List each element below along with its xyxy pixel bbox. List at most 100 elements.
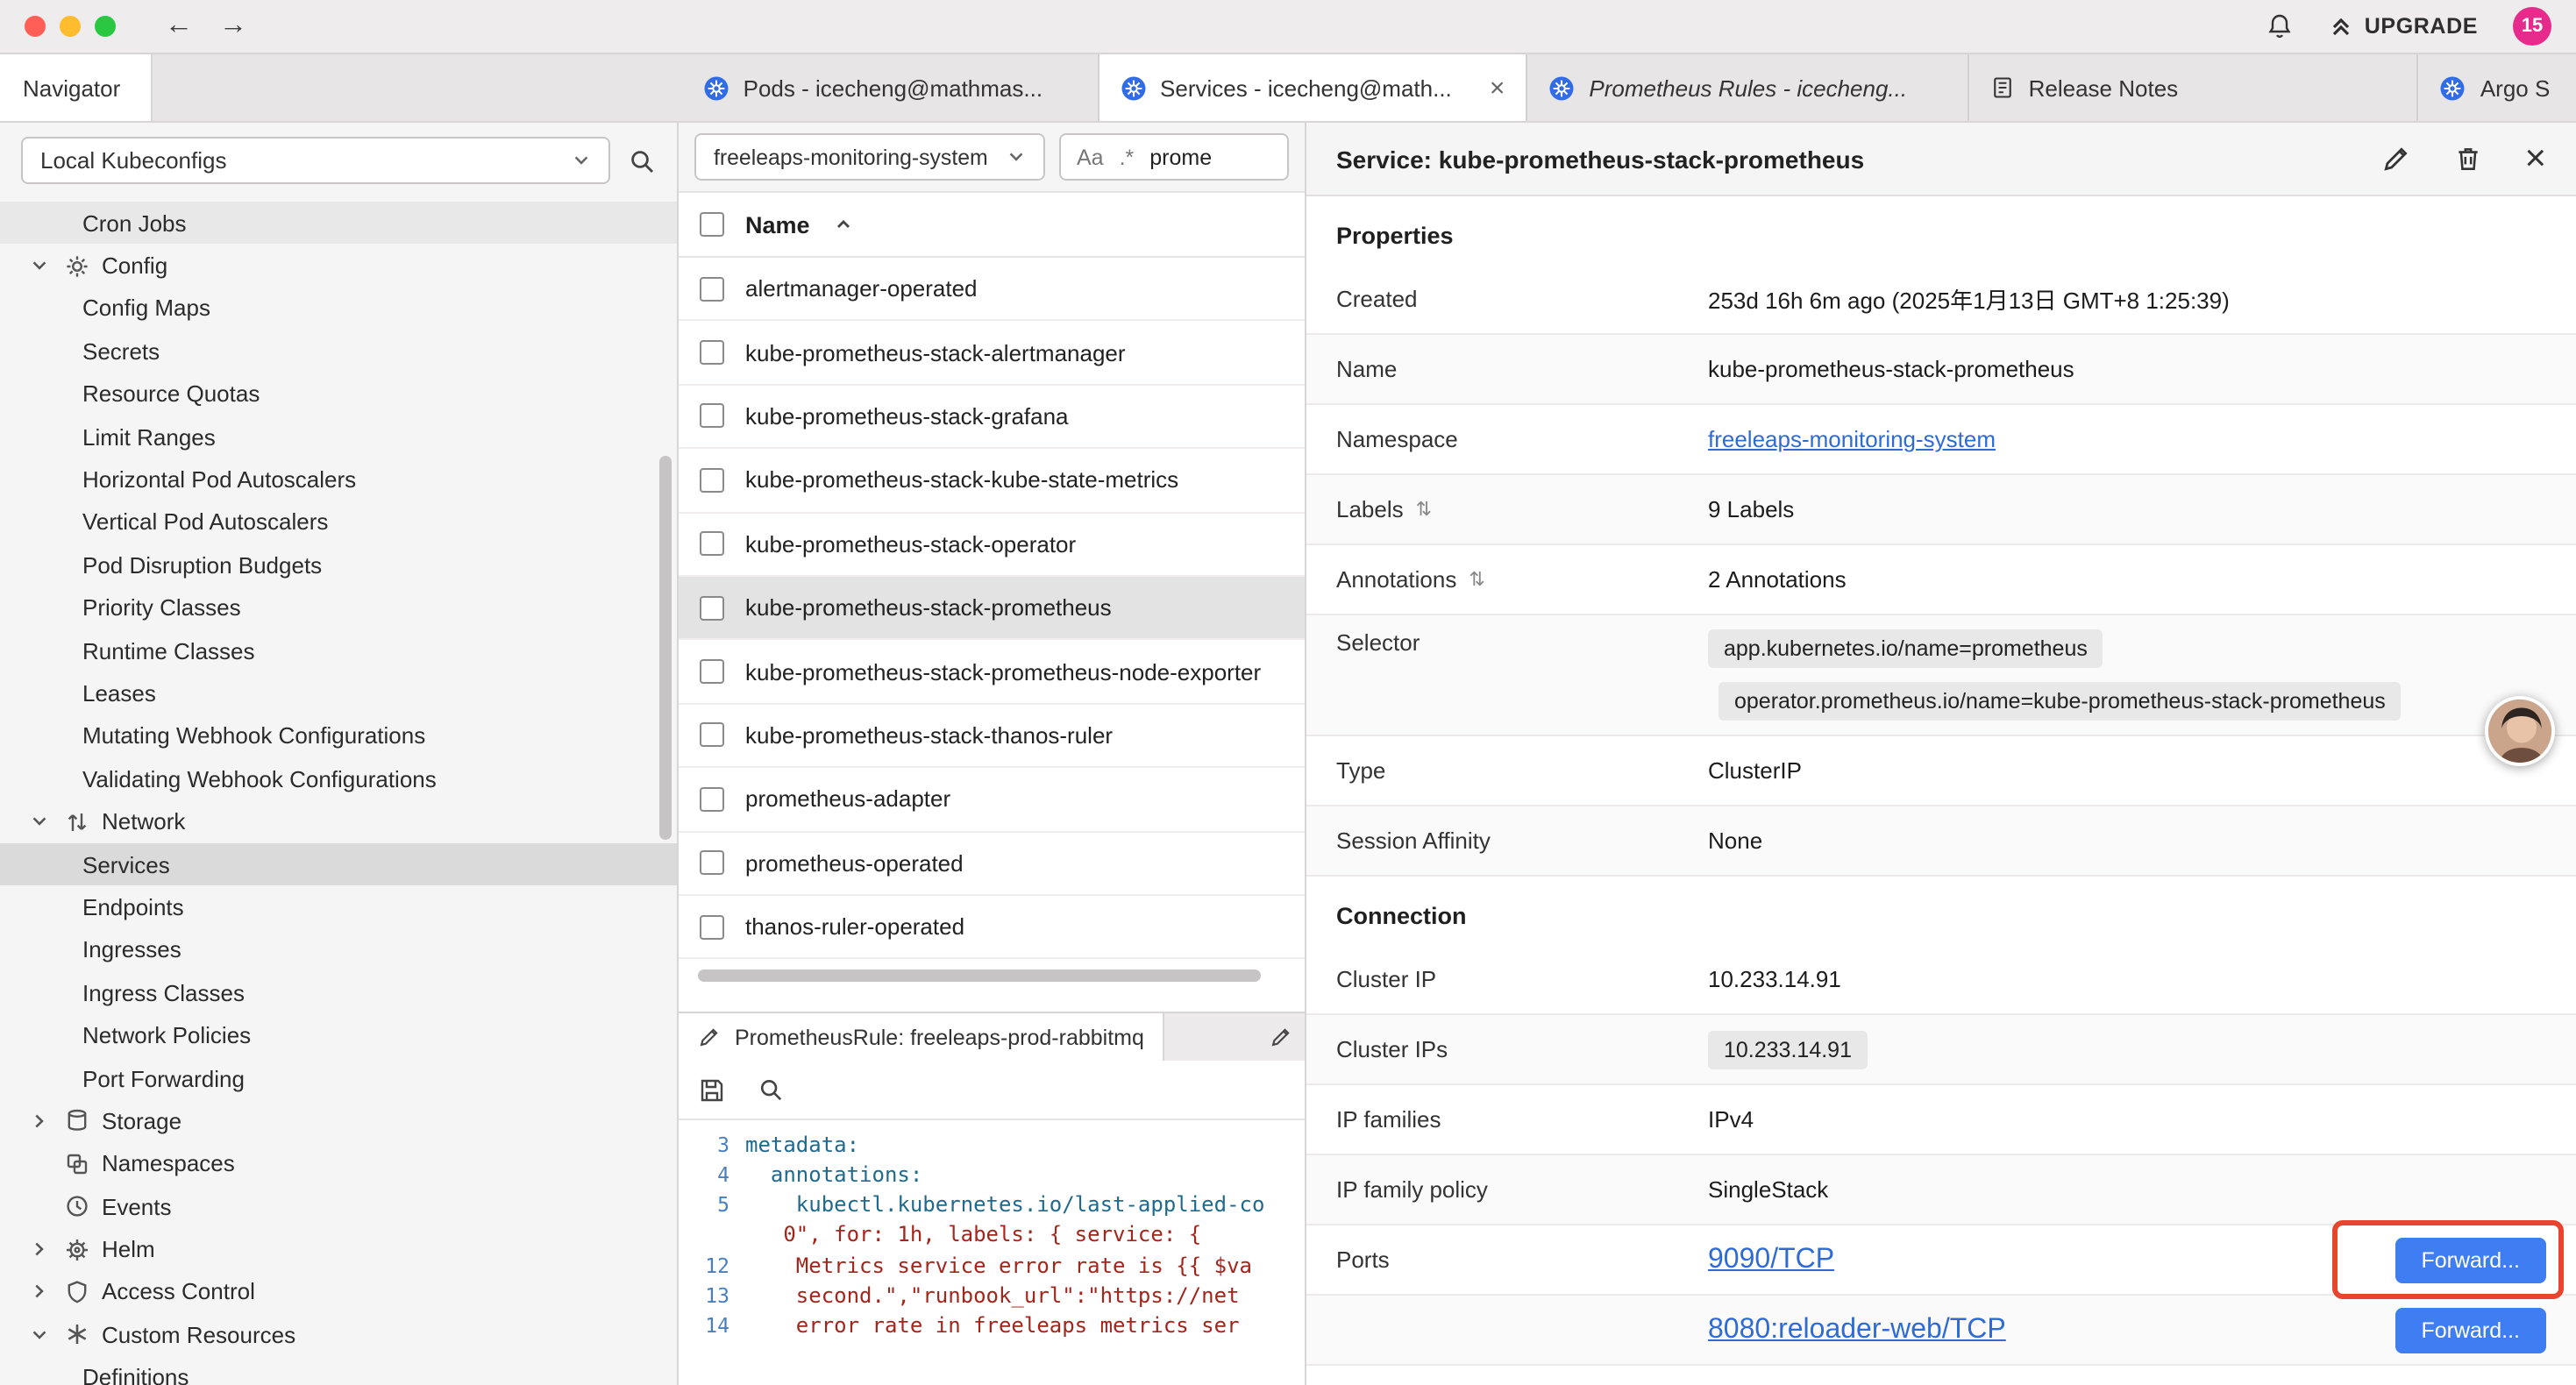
minimize-window-button[interactable]: [60, 16, 81, 37]
port-link[interactable]: 8080:reloader-web/TCP: [1708, 1314, 2006, 1346]
sidebar-item-network-policies[interactable]: Network Policies: [0, 1014, 677, 1057]
row-checkbox[interactable]: [700, 404, 724, 429]
namespace-filter[interactable]: freeleaps-monitoring-system: [694, 133, 1045, 181]
table-row[interactable]: thanos-ruler-operated: [679, 896, 1305, 960]
kubeconfig-selector[interactable]: Local Kubeconfigs: [21, 137, 610, 184]
row-checkbox[interactable]: [700, 340, 724, 365]
table-row[interactable]: kube-prometheus-stack-alertmanager: [679, 322, 1305, 386]
sidebar-item-priority-classes[interactable]: Priority Classes: [0, 586, 677, 629]
table-row[interactable]: kube-prometheus-stack-kube-state-metrics: [679, 449, 1305, 513]
tab-prometheus-rules[interactable]: Prometheus Rules - icecheng...: [1527, 54, 1968, 121]
sidebar-item-storage[interactable]: Storage: [0, 1099, 677, 1142]
trash-icon[interactable]: [2452, 144, 2482, 174]
sidebar-item-endpoints[interactable]: Endpoints: [0, 886, 677, 929]
row-checkbox[interactable]: [700, 659, 724, 684]
row-checkbox[interactable]: [700, 850, 724, 875]
sort-toggle-icon[interactable]: ⇅: [1469, 568, 1484, 591]
table-row[interactable]: alertmanager-operated: [679, 258, 1305, 322]
editor-code[interactable]: 3metadata:4 annotations:5 kubectl.kubern…: [679, 1121, 1305, 1385]
forward-button[interactable]: Forward...: [2395, 1237, 2546, 1282]
sidebar-item-secrets[interactable]: Secrets: [0, 330, 677, 373]
search-icon[interactable]: [628, 146, 656, 174]
chevron-down-icon[interactable]: [28, 812, 51, 831]
sidebar-item-resource-quotas[interactable]: Resource Quotas: [0, 373, 677, 416]
select-all-checkbox[interactable]: [700, 212, 724, 237]
chevron-down-icon[interactable]: [28, 256, 51, 275]
close-icon[interactable]: ×: [2524, 140, 2546, 177]
notification-count-badge[interactable]: 15: [2513, 7, 2551, 46]
chevron-down-icon[interactable]: [28, 1325, 51, 1345]
name-column-header[interactable]: Name: [745, 211, 810, 238]
sidebar-item-runtime-classes[interactable]: Runtime Classes: [0, 629, 677, 672]
notifications-bell-icon[interactable]: [2266, 12, 2295, 40]
sidebar-item-validating-webhook-configurations[interactable]: Validating Webhook Configurations: [0, 757, 677, 800]
sidebar-item-network[interactable]: Network: [0, 800, 677, 843]
sidebar-item-label: Priority Classes: [82, 594, 241, 621]
search-input[interactable]: Aa .* prome: [1059, 133, 1289, 181]
sidebar-item-config-maps[interactable]: Config Maps: [0, 288, 677, 330]
sidebar-item-cron-jobs[interactable]: Cron Jobs: [0, 202, 677, 245]
table-row[interactable]: prometheus-operated: [679, 832, 1305, 896]
sidebar-item-leases[interactable]: Leases: [0, 672, 677, 715]
table-row[interactable]: kube-prometheus-stack-operator: [679, 513, 1305, 577]
tab-pods[interactable]: Pods - icecheng@mathmas...: [682, 54, 1099, 121]
close-tab-icon[interactable]: ×: [1479, 73, 1505, 103]
regex-toggle[interactable]: .*: [1120, 145, 1135, 169]
sidebar-item-namespaces[interactable]: Namespaces: [0, 1142, 677, 1185]
table-row[interactable]: prometheus-adapter: [679, 768, 1305, 832]
sort-toggle-icon[interactable]: ⇅: [1416, 498, 1432, 521]
sidebar-item-ingress-classes[interactable]: Ingress Classes: [0, 971, 677, 1014]
namespace-link[interactable]: freeleaps-monitoring-system: [1708, 426, 1996, 452]
row-checkbox[interactable]: [700, 532, 724, 557]
forward-button[interactable]: →: [214, 11, 253, 42]
chevron-right-icon[interactable]: [28, 1112, 51, 1131]
sidebar-item-access-control[interactable]: Access Control: [0, 1271, 677, 1314]
sidebar-item-events[interactable]: Events: [0, 1185, 677, 1228]
maximize-window-button[interactable]: [95, 16, 116, 37]
table-row[interactable]: kube-prometheus-stack-grafana: [679, 386, 1305, 450]
port-link[interactable]: 9090/TCP: [1708, 1244, 1834, 1275]
sort-ascending-icon[interactable]: [835, 216, 852, 233]
sidebar-item-mutating-webhook-configurations[interactable]: Mutating Webhook Configurations: [0, 714, 677, 757]
upgrade-button[interactable]: UPGRADE: [2330, 14, 2478, 39]
tab-argo[interactable]: Argo S: [2419, 54, 2576, 121]
table-row[interactable]: kube-prometheus-stack-prometheus: [679, 577, 1305, 641]
avatar[interactable]: [2485, 696, 2555, 766]
sidebar-item-services[interactable]: Services: [0, 843, 677, 886]
row-checkbox[interactable]: [700, 787, 724, 812]
row-checkbox[interactable]: [700, 276, 724, 301]
sidebar-item-definitions[interactable]: Definitions: [0, 1356, 677, 1385]
row-checkbox[interactable]: [700, 723, 724, 748]
sidebar-item-config[interactable]: Config: [0, 245, 677, 288]
row-checkbox[interactable]: [700, 914, 724, 939]
sidebar-item-port-forwarding[interactable]: Port Forwarding: [0, 1057, 677, 1100]
save-icon[interactable]: [698, 1076, 726, 1104]
back-button[interactable]: ←: [160, 11, 198, 42]
sidebar-item-limit-ranges[interactable]: Limit Ranges: [0, 416, 677, 458]
sidebar-item-pod-disruption-budgets[interactable]: Pod Disruption Budgets: [0, 543, 677, 586]
tab-services[interactable]: Services - icecheng@math... ×: [1099, 54, 1527, 121]
editor-tab-prometheusrule[interactable]: PrometheusRule: freeleaps-prod-rabbitmq: [679, 1014, 1165, 1062]
forward-button[interactable]: Forward...: [2395, 1307, 2546, 1353]
chevron-right-icon[interactable]: [28, 1282, 51, 1302]
sidebar-item-horizontal-pod-autoscalers[interactable]: Horizontal Pod Autoscalers: [0, 458, 677, 501]
editor-search-icon[interactable]: [758, 1077, 784, 1104]
navigator-panel-tab[interactable]: Navigator: [0, 54, 152, 121]
sidebar-item-ingresses[interactable]: Ingresses: [0, 928, 677, 971]
match-case-toggle[interactable]: Aa: [1077, 145, 1104, 169]
edit-icon[interactable]: [2380, 144, 2410, 174]
horizontal-scrollbar-thumb[interactable]: [698, 970, 1261, 983]
editor-tab-next[interactable]: [1252, 1014, 1305, 1062]
row-checkbox[interactable]: [700, 595, 724, 620]
horizontal-scrollbar[interactable]: [679, 960, 1305, 1012]
row-checkbox[interactable]: [700, 468, 724, 493]
table-row[interactable]: kube-prometheus-stack-thanos-ruler: [679, 704, 1305, 768]
tab-release-notes[interactable]: Release Notes: [1969, 54, 2419, 121]
sidebar-scrollbar[interactable]: [659, 456, 672, 840]
close-window-button[interactable]: [25, 16, 46, 37]
table-row[interactable]: kube-prometheus-stack-prometheus-node-ex…: [679, 641, 1305, 705]
chevron-right-icon[interactable]: [28, 1239, 51, 1259]
sidebar-item-custom-resources[interactable]: Custom Resources: [0, 1313, 677, 1356]
sidebar-item-helm[interactable]: Helm: [0, 1228, 677, 1271]
sidebar-item-vertical-pod-autoscalers[interactable]: Vertical Pod Autoscalers: [0, 501, 677, 543]
